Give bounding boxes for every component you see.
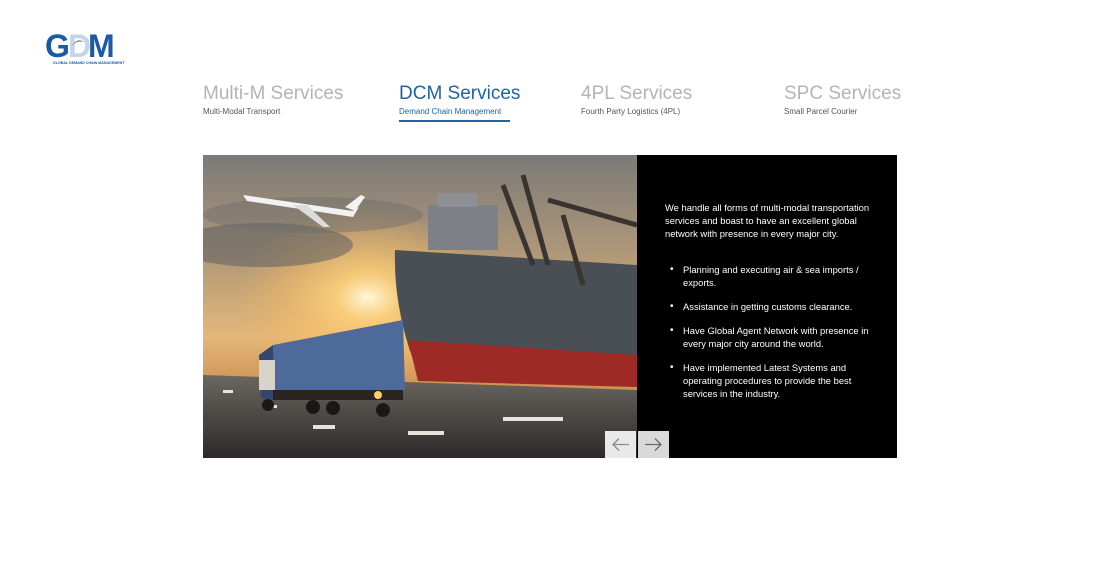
tab-subtitle: Demand Chain Management bbox=[399, 107, 502, 116]
bullet-icon: • bbox=[670, 325, 674, 336]
tab-subtitle: Fourth Party Logistics (4PL) bbox=[581, 107, 681, 116]
bullet-icon: • bbox=[670, 301, 674, 312]
svg-text:G: G bbox=[45, 28, 68, 64]
list-item: • Have implemented Latest Systems and ope… bbox=[670, 362, 852, 399]
tab-title: SPC Services bbox=[784, 83, 902, 104]
tab-4pl-services[interactable]: 4PL Services Fourth Party Logistics (4PL… bbox=[581, 83, 693, 117]
slider-controls bbox=[605, 431, 669, 458]
arrow-left-icon bbox=[612, 438, 629, 451]
tab-title: DCM Services bbox=[399, 83, 521, 104]
svg-text:M: M bbox=[88, 28, 113, 64]
service-description-panel: We handle all forms of multi-modal trans… bbox=[637, 155, 897, 458]
svg-text:D: D bbox=[68, 28, 90, 64]
list-item: • Assistance in getting customs clearance… bbox=[670, 301, 853, 312]
tab-dcm-services[interactable]: DCM Services Demand Chain Management bbox=[399, 84, 520, 122]
tab-subtitle: Small Parcel Courier bbox=[784, 107, 858, 116]
next-slide-button[interactable] bbox=[638, 431, 669, 458]
arrow-right-icon bbox=[645, 438, 662, 451]
tab-multi-m-services[interactable]: Multi-M Services Multi-Modal Transport bbox=[203, 83, 344, 117]
tab-title: 4PL Services bbox=[581, 83, 693, 104]
bullet-icon: • bbox=[670, 264, 674, 275]
list-item: • Have Global Agent Network with presence… bbox=[670, 325, 869, 349]
service-bullet-list: • Planning and executing air & sea import… bbox=[665, 263, 875, 411]
gdm-logo[interactable]: G D M GLOBAL DEMAND CHAIN MANAGEMENT bbox=[44, 28, 128, 68]
list-item: • Planning and executing air & sea import… bbox=[670, 264, 859, 288]
previous-slide-button[interactable] bbox=[605, 431, 636, 458]
logistics-photo bbox=[203, 155, 637, 458]
tab-subtitle: Multi-Modal Transport bbox=[203, 107, 281, 116]
active-tab-underline bbox=[399, 120, 510, 122]
tab-title: Multi-M Services bbox=[203, 83, 344, 104]
bullet-icon: • bbox=[670, 362, 674, 373]
svg-text:GLOBAL DEMAND CHAIN MANAGEMENT: GLOBAL DEMAND CHAIN MANAGEMENT bbox=[53, 61, 125, 65]
service-intro-text: We handle all forms of multi-modal trans… bbox=[665, 202, 870, 239]
service-panel: We handle all forms of multi-modal trans… bbox=[203, 155, 897, 458]
tab-spc-services[interactable]: SPC Services Small Parcel Courier bbox=[784, 83, 902, 117]
